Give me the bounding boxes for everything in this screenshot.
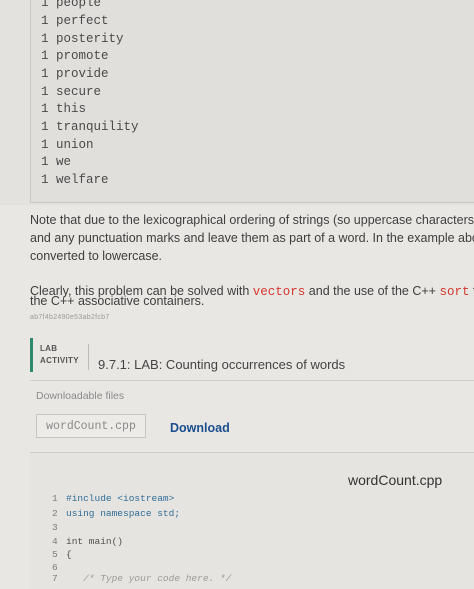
- code-text: #include <iostream>: [66, 493, 175, 504]
- line-number: 1: [52, 493, 58, 504]
- note-paragraph-line: Note that due to the lexicographical ord…: [30, 213, 474, 227]
- output-line: 1 welfare: [41, 173, 109, 187]
- line-number: 7: [52, 573, 58, 584]
- code-text: {: [66, 549, 72, 560]
- note-paragraph-line: and any punctuation marks and leave them…: [30, 231, 474, 245]
- line-number: 3: [52, 522, 58, 533]
- activity-tag-label: ACTIVITY: [40, 356, 79, 365]
- paragraph-text: func: [469, 284, 474, 298]
- code-text: int main(): [66, 536, 124, 547]
- code-comment: /* Type your code here. */: [66, 573, 232, 584]
- activity-hash-id: ab7f4b2490e53ab2fcb7: [30, 314, 110, 321]
- code-line[interactable]: 5{: [52, 549, 72, 560]
- code-line[interactable]: 7 /* Type your code here. */: [52, 573, 231, 584]
- lab-accent-bar: [30, 338, 33, 372]
- editor-file-title: wordCount.cpp: [348, 472, 443, 488]
- lab-divider: [88, 344, 89, 370]
- downloadable-files-label: Downloadable files: [36, 390, 125, 402]
- output-line: 1 this: [41, 102, 87, 116]
- output-line: 1 union: [41, 138, 94, 152]
- inline-code-sort: sort: [439, 285, 470, 299]
- solution-paragraph-line: the C++ associative containers.: [30, 294, 205, 308]
- code-text: using namespace std;: [66, 508, 181, 519]
- inline-code-vectors: vectors: [252, 285, 306, 299]
- download-link[interactable]: Download: [170, 421, 230, 435]
- code-line[interactable]: 4 int main(): [52, 536, 123, 547]
- line-number: 4: [52, 536, 58, 547]
- line-number: 6: [52, 562, 58, 573]
- code-line[interactable]: 1 #include <iostream>: [52, 493, 174, 504]
- file-name-button[interactable]: wordCount.cpp: [36, 414, 146, 438]
- program-output-box: 1 people 1 perfect 1 posterity 1 promote…: [30, 0, 474, 203]
- code-line[interactable]: 6: [52, 562, 66, 573]
- output-line: 1 perfect: [41, 14, 109, 28]
- output-line: 1 posterity: [41, 32, 124, 46]
- output-line: 1 provide: [41, 67, 109, 81]
- note-paragraph-line: converted to lowercase.: [30, 249, 163, 263]
- output-line: 1 tranquility: [41, 120, 139, 134]
- code-line[interactable]: 3: [52, 522, 66, 533]
- line-number: 2: [52, 508, 58, 519]
- paragraph-text: and the use of the C++: [305, 284, 440, 298]
- output-line: 1 secure: [41, 85, 102, 99]
- output-line: 1 people: [41, 0, 102, 10]
- lab-title: 9.7.1: LAB: Counting occurrences of word…: [98, 357, 346, 372]
- output-line: 1 promote: [41, 49, 109, 63]
- output-line: 1 we: [41, 155, 72, 169]
- code-line[interactable]: 2 using namespace std;: [52, 508, 180, 519]
- lab-tag-label: LAB: [40, 344, 58, 353]
- line-number: 5: [52, 549, 58, 560]
- lab-header-rule: [30, 380, 474, 381]
